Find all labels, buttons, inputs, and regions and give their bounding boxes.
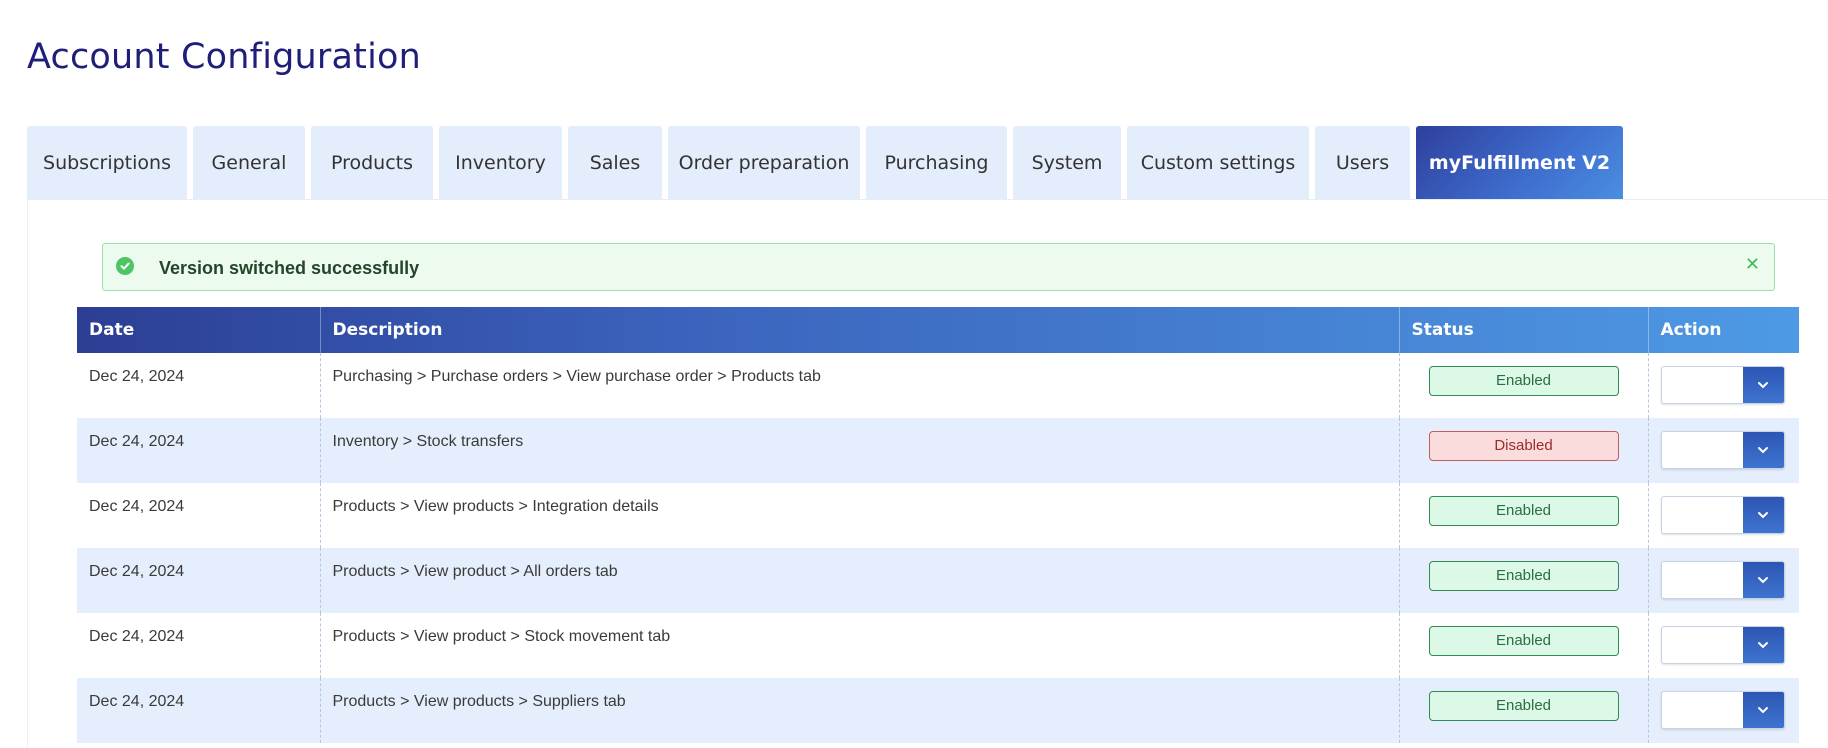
action-select[interactable] bbox=[1660, 431, 1785, 469]
tab-myfulfillment-v2[interactable]: myFulfillment V2 bbox=[1416, 126, 1623, 200]
action-select[interactable] bbox=[1660, 691, 1785, 729]
row-description: Inventory > Stock transfers bbox=[319, 418, 1399, 483]
chevron-down-icon[interactable] bbox=[1742, 562, 1784, 598]
status-badge: Enabled bbox=[1428, 366, 1619, 396]
chevron-down-icon[interactable] bbox=[1742, 367, 1784, 403]
row-description: Products > View product > Stock movement… bbox=[319, 613, 1399, 678]
action-select[interactable] bbox=[1660, 626, 1785, 664]
status-badge: Enabled bbox=[1428, 626, 1619, 656]
row-description: Purchasing > Purchase orders > View purc… bbox=[319, 353, 1399, 418]
row-date: Dec 24, 2024 bbox=[89, 368, 185, 385]
features-table: Date Description Status Action Dec 24, 2… bbox=[77, 307, 1799, 743]
action-select-value[interactable] bbox=[1662, 692, 1743, 728]
action-select-value[interactable] bbox=[1662, 497, 1743, 533]
row-date: Dec 24, 2024 bbox=[89, 693, 185, 710]
action-select-value[interactable] bbox=[1662, 627, 1743, 663]
chevron-down-icon[interactable] bbox=[1742, 627, 1784, 663]
action-cell bbox=[1647, 613, 1799, 678]
status-cell: Enabled bbox=[1398, 548, 1648, 613]
row-date: Dec 24, 2024 bbox=[89, 433, 185, 450]
row-description: Products > View products > Suppliers tab bbox=[319, 678, 1399, 743]
tab-subscriptions[interactable]: Subscriptions bbox=[27, 126, 187, 200]
table-row: Dec 24, 2024 Products > View product > A… bbox=[77, 548, 1799, 613]
table-header-row: Date Description Status Action bbox=[77, 307, 1799, 353]
tab-custom-settings[interactable]: Custom settings bbox=[1127, 126, 1309, 200]
table-row: Dec 24, 2024 Inventory > Stock transfers… bbox=[77, 418, 1799, 483]
row-date: Dec 24, 2024 bbox=[89, 628, 185, 645]
tab-sales[interactable]: Sales bbox=[568, 126, 662, 200]
tab-users[interactable]: Users bbox=[1315, 126, 1410, 200]
close-icon[interactable]: ✕ bbox=[1745, 255, 1760, 273]
row-date: Dec 24, 2024 bbox=[89, 498, 185, 515]
row-date: Dec 24, 2024 bbox=[89, 563, 185, 580]
success-alert: Version switched successfully ✕ bbox=[102, 243, 1775, 291]
table-row: Dec 24, 2024 Products > View product > S… bbox=[77, 613, 1799, 678]
tab-products[interactable]: Products bbox=[311, 126, 433, 200]
status-cell: Enabled bbox=[1398, 613, 1648, 678]
status-cell: Enabled bbox=[1398, 353, 1648, 418]
action-select-value[interactable] bbox=[1662, 432, 1743, 468]
action-select-value[interactable] bbox=[1662, 562, 1743, 598]
chevron-down-icon[interactable] bbox=[1742, 497, 1784, 533]
status-badge: Enabled bbox=[1428, 496, 1619, 526]
row-description: Products > View product > All orders tab bbox=[319, 548, 1399, 613]
action-select-value[interactable] bbox=[1662, 367, 1743, 403]
table-row: Dec 24, 2024 Products > View products > … bbox=[77, 678, 1799, 743]
status-badge: Disabled bbox=[1428, 431, 1619, 461]
action-cell bbox=[1647, 483, 1799, 548]
table-row: Dec 24, 2024 Purchasing > Purchase order… bbox=[77, 353, 1799, 418]
status-badge: Enabled bbox=[1428, 561, 1619, 591]
tab-general[interactable]: General bbox=[193, 126, 305, 200]
action-select[interactable] bbox=[1660, 561, 1785, 599]
alert-message: Version switched successfully bbox=[159, 258, 420, 278]
status-cell: Enabled bbox=[1398, 678, 1648, 743]
table-row: Dec 24, 2024 Products > View products > … bbox=[77, 483, 1799, 548]
tab-system[interactable]: System bbox=[1013, 126, 1121, 200]
action-cell bbox=[1647, 678, 1799, 743]
status-cell: Enabled bbox=[1398, 483, 1648, 548]
status-badge: Enabled bbox=[1428, 691, 1619, 721]
check-circle-icon bbox=[116, 257, 134, 275]
status-cell: Disabled bbox=[1398, 418, 1648, 483]
action-select[interactable] bbox=[1660, 366, 1785, 404]
column-header-date[interactable]: Date bbox=[77, 307, 320, 353]
action-cell bbox=[1647, 418, 1799, 483]
row-description: Products > View products > Integration d… bbox=[319, 483, 1399, 548]
column-header-status[interactable]: Status bbox=[1398, 307, 1648, 353]
tab-order-preparation[interactable]: Order preparation bbox=[668, 126, 860, 200]
tab-bar: Subscriptions General Products Inventory… bbox=[27, 126, 1623, 200]
column-header-action: Action bbox=[1647, 307, 1799, 353]
chevron-down-icon[interactable] bbox=[1742, 432, 1784, 468]
chevron-down-icon[interactable] bbox=[1742, 692, 1784, 728]
tab-purchasing[interactable]: Purchasing bbox=[866, 126, 1007, 200]
action-cell bbox=[1647, 548, 1799, 613]
tab-inventory[interactable]: Inventory bbox=[439, 126, 562, 200]
action-cell bbox=[1647, 353, 1799, 418]
column-header-description[interactable]: Description bbox=[319, 307, 1399, 353]
action-select[interactable] bbox=[1660, 496, 1785, 534]
page-title: Account Configuration bbox=[27, 37, 422, 78]
